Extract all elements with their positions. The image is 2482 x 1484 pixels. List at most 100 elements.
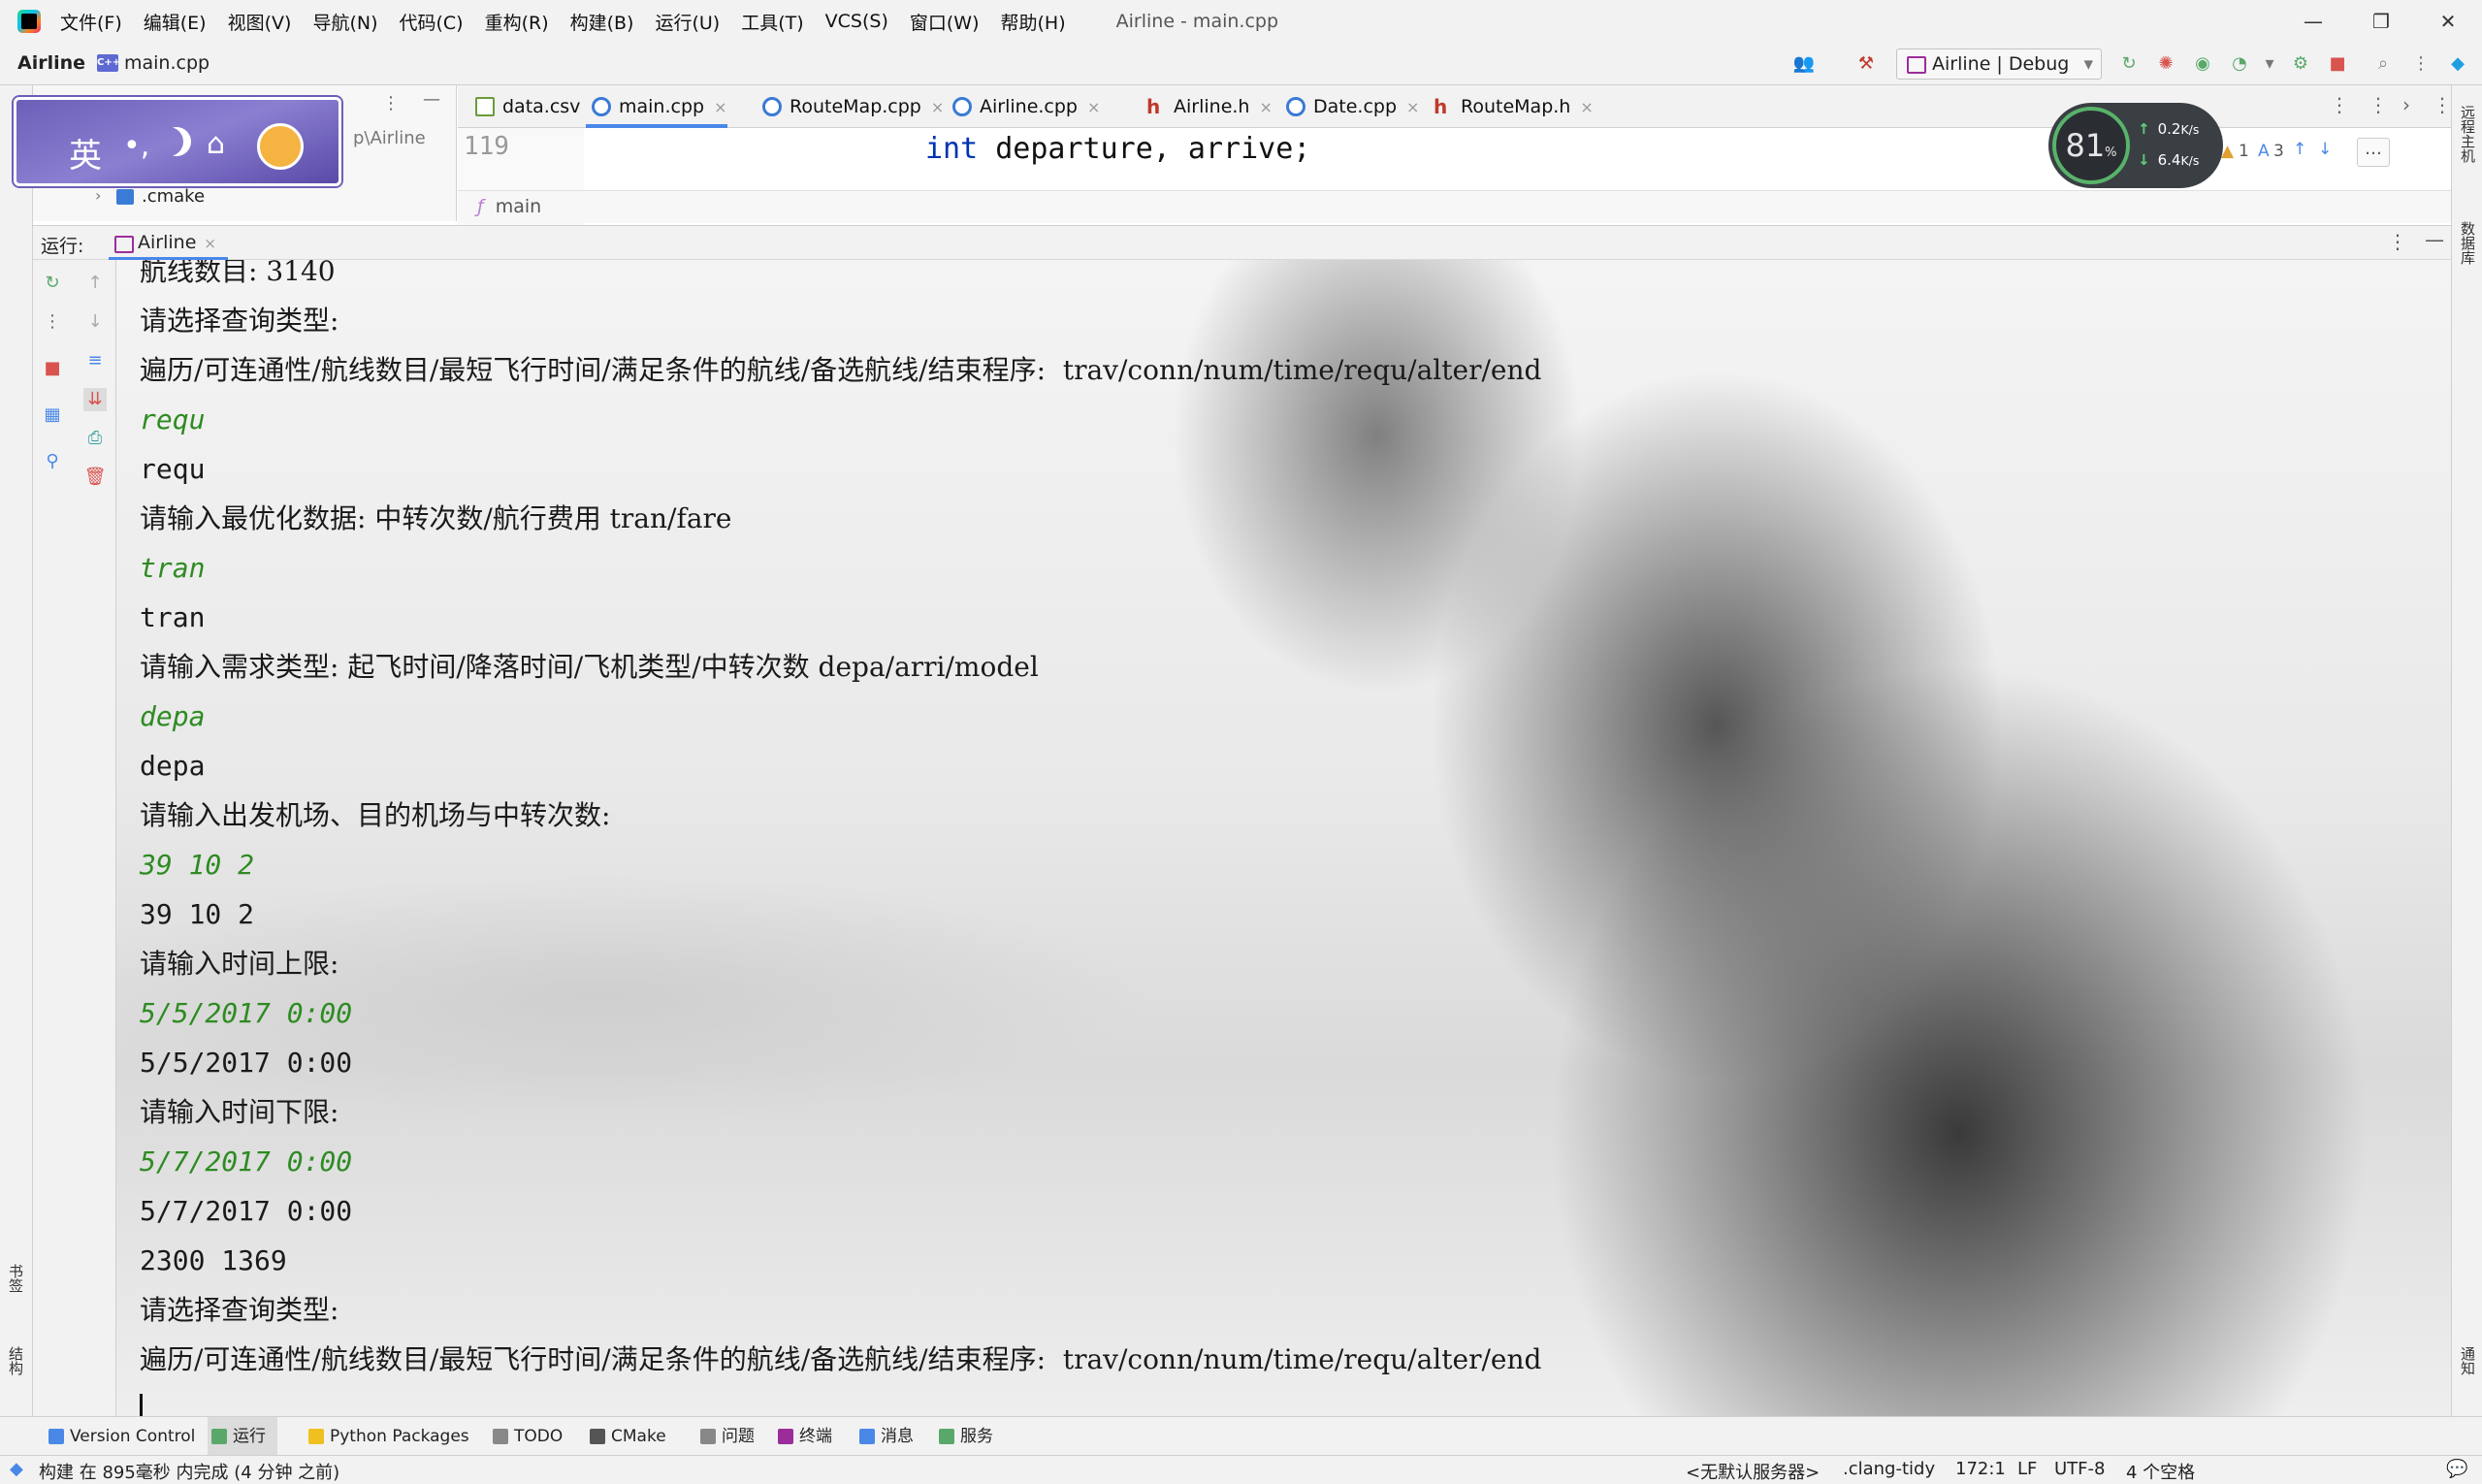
toolbox-icon[interactable]: ◆ bbox=[2446, 52, 2469, 76]
more-button[interactable]: … bbox=[2357, 138, 2390, 167]
bookmarks-tab[interactable]: 书签 bbox=[6, 1264, 26, 1293]
run-coverage-icon[interactable]: ◉ bbox=[2191, 52, 2214, 76]
tree-item-cmake[interactable]: .cmake bbox=[142, 186, 205, 207]
indent-setting[interactable]: 4 个空格 bbox=[2126, 1459, 2195, 1484]
clear-all-icon[interactable]: 🗑 bbox=[83, 466, 107, 489]
minimize-button[interactable]: — bbox=[2279, 0, 2347, 43]
stop-icon[interactable]: ■ bbox=[41, 357, 64, 380]
scroll-down-icon[interactable]: ↓ bbox=[83, 310, 107, 334]
header-file-icon: h bbox=[1146, 95, 1161, 118]
run-config-selector[interactable]: Airline | Debug ▾ bbox=[1896, 48, 2102, 80]
menu-item[interactable]: VCS(S) bbox=[825, 11, 888, 32]
close-tab-icon[interactable]: × bbox=[204, 235, 216, 252]
bottom-tool-tab[interactable]: 服务 bbox=[935, 1417, 993, 1456]
bottom-tool-tab[interactable]: TODO bbox=[489, 1417, 563, 1456]
breadcrumb-file[interactable]: main.cpp bbox=[124, 52, 210, 74]
remote-host-tab[interactable]: 远程主机 bbox=[2458, 105, 2478, 163]
more-run-chevron-icon[interactable]: ▾ bbox=[2258, 52, 2281, 76]
editor-tab[interactable]: data.csv× bbox=[469, 85, 603, 128]
structure-tab[interactable]: 结构 bbox=[6, 1346, 26, 1375]
stop-icon[interactable]: ■ bbox=[2326, 52, 2349, 76]
menu-item[interactable]: 代码(C) bbox=[399, 9, 463, 35]
tabs-chevron-icon[interactable]: › bbox=[2402, 93, 2410, 116]
next-highlight-icon[interactable]: ↓ bbox=[2318, 140, 2332, 159]
bottom-tool-tab[interactable]: CMake bbox=[586, 1417, 666, 1456]
expand-chevron-icon[interactable]: › bbox=[95, 186, 101, 205]
notification-icon[interactable]: 💬 bbox=[2446, 1459, 2467, 1479]
menu-item[interactable]: 编辑(E) bbox=[144, 9, 207, 35]
run-hide-icon[interactable]: — bbox=[2425, 228, 2444, 251]
menu-item[interactable]: 帮助(H) bbox=[1001, 9, 1066, 35]
notifications-tab[interactable]: 通知 bbox=[2458, 1346, 2478, 1375]
menu-item[interactable]: 窗口(W) bbox=[910, 9, 980, 35]
tool-window-icon bbox=[48, 1429, 64, 1444]
more-vert-icon[interactable]: ⋮ bbox=[2409, 52, 2433, 76]
close-tab-icon[interactable]: × bbox=[1259, 98, 1272, 116]
menu-item[interactable]: 导航(N) bbox=[312, 9, 377, 35]
panel-hide-icon[interactable]: — bbox=[423, 89, 440, 110]
panel-options-icon[interactable]: ⋮ bbox=[382, 93, 400, 113]
menu-item[interactable]: 视图(V) bbox=[228, 9, 292, 35]
editor-tab[interactable]: Date.cpp × bbox=[1280, 85, 1419, 128]
editor-tab[interactable]: main.cpp × bbox=[586, 85, 727, 128]
scroll-up-icon[interactable]: ↑ bbox=[83, 272, 107, 295]
restore-button[interactable]: ❐ bbox=[2347, 0, 2415, 43]
valgrind-icon[interactable]: ⚙ bbox=[2289, 52, 2312, 76]
status-message[interactable]: 构建 在 895毫秒 内完成 (4 分钟 之前) bbox=[39, 1459, 339, 1484]
server-selector[interactable]: <无默认服务器> bbox=[1686, 1459, 1820, 1484]
code-line[interactable]: int departure, arrive; bbox=[925, 128, 1310, 171]
editor-tab[interactable]: RouteMap.cpp × bbox=[757, 85, 944, 128]
tabs-menu-icon[interactable]: ⋮ bbox=[2433, 93, 2452, 116]
menu-item[interactable]: 运行(U) bbox=[655, 9, 720, 35]
close-button[interactable]: ✕ bbox=[2414, 0, 2482, 43]
layout-icon[interactable]: ▦ bbox=[41, 403, 64, 427]
prev-highlight-icon[interactable]: ↑ bbox=[2293, 140, 2306, 159]
tab-list-icon[interactable]: ⋮ bbox=[2330, 93, 2349, 116]
file-encoding[interactable]: UTF-8 bbox=[2054, 1459, 2105, 1479]
bottom-tool-tab[interactable]: Python Packages bbox=[305, 1417, 469, 1456]
close-tab-icon[interactable]: × bbox=[1580, 98, 1593, 116]
more-icon[interactable]: ⋮ bbox=[41, 310, 64, 334]
run-config-label: Airline | Debug bbox=[1932, 53, 2070, 75]
rerun-icon[interactable]: ↻ bbox=[41, 272, 64, 295]
run-console[interactable]: 航线数目: 3140 请选择查询类型: 遍历/可连通性/航线数目/最短飞行时间/满足… bbox=[116, 260, 2451, 1416]
console-prompt-line[interactable] bbox=[140, 1384, 1541, 1416]
run-options-icon[interactable]: ⋮ bbox=[2388, 230, 2407, 253]
bottom-tool-tab[interactable]: 问题 bbox=[696, 1417, 755, 1456]
editor-tab[interactable]: h RouteMap.h × bbox=[1428, 85, 1594, 128]
bottom-tool-tab[interactable]: 终端 bbox=[774, 1417, 832, 1456]
rerun-icon[interactable]: ↻ bbox=[2117, 52, 2141, 76]
scroll-to-end-icon[interactable]: ⇊ bbox=[83, 388, 107, 411]
clang-tidy-indicator[interactable]: .clang-tidy bbox=[1843, 1459, 1935, 1479]
bottom-tool-tab[interactable]: 运行 bbox=[208, 1417, 277, 1456]
print-icon[interactable]: ⎙ bbox=[83, 427, 107, 450]
menu-item[interactable]: 工具(T) bbox=[741, 9, 803, 35]
typo-icon[interactable]: A bbox=[2258, 142, 2270, 161]
database-tab[interactable]: 数据库 bbox=[2458, 221, 2478, 265]
run-tab-airline[interactable]: Airline × bbox=[109, 226, 228, 261]
close-tab-icon[interactable]: × bbox=[714, 98, 726, 116]
breadcrumb-function[interactable]: main bbox=[496, 196, 541, 217]
editor-tab[interactable]: Airline.cpp × bbox=[947, 85, 1100, 128]
close-tab-icon[interactable]: × bbox=[1087, 98, 1100, 116]
build-hammer-icon[interactable]: ⚒ bbox=[1854, 52, 1878, 76]
close-tab-icon[interactable]: × bbox=[931, 98, 944, 116]
soft-wrap-icon[interactable]: ≡ bbox=[83, 349, 107, 372]
bottom-tool-tab[interactable]: Version Control bbox=[45, 1417, 195, 1456]
editor-tab[interactable]: h Airline.h × bbox=[1141, 85, 1273, 128]
cursor-position[interactable]: 172:1 bbox=[1955, 1459, 2006, 1479]
line-separator[interactable]: LF bbox=[2017, 1459, 2037, 1479]
menu-item[interactable]: 重构(R) bbox=[485, 9, 549, 35]
split-icon[interactable]: ⋮ bbox=[2369, 93, 2388, 116]
close-tab-icon[interactable]: × bbox=[1406, 98, 1419, 116]
debug-bug-icon[interactable]: ✺ bbox=[2154, 52, 2177, 76]
search-icon[interactable]: ⌕ bbox=[2371, 52, 2395, 76]
menu-item[interactable]: 构建(B) bbox=[570, 9, 634, 35]
profile-icon[interactable]: ◔ bbox=[2228, 52, 2251, 76]
breadcrumb-project[interactable]: Airline bbox=[17, 52, 85, 74]
pin-icon[interactable]: ⚲ bbox=[41, 450, 64, 473]
bottom-tool-tab[interactable]: 消息 bbox=[855, 1417, 914, 1456]
clion-logo-icon[interactable] bbox=[17, 10, 41, 33]
users-icon[interactable]: 👥 bbox=[1792, 52, 1816, 76]
menu-item[interactable]: 文件(F) bbox=[60, 9, 122, 35]
